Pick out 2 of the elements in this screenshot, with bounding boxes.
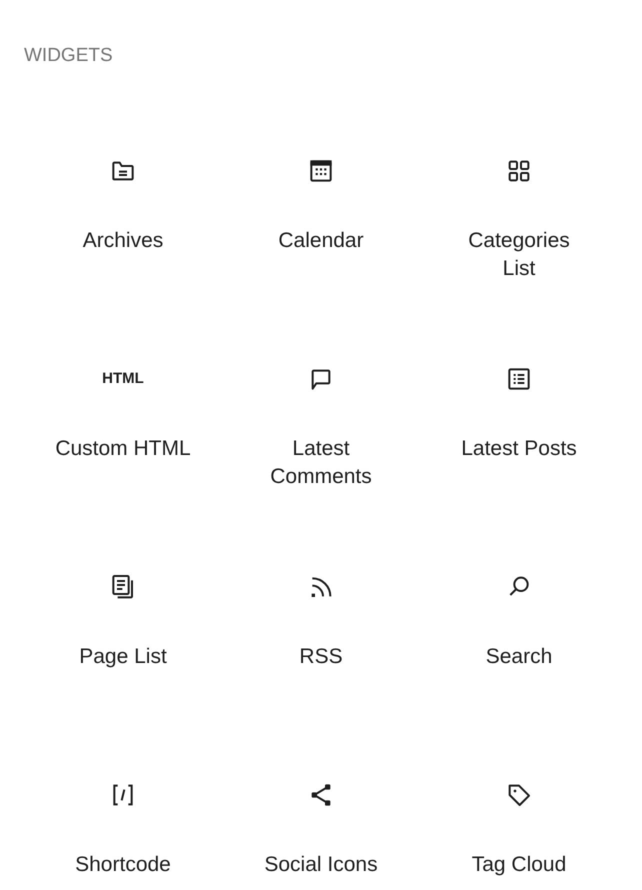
- html-icon: HTML: [102, 363, 144, 395]
- section-heading: WIDGETS: [24, 45, 113, 66]
